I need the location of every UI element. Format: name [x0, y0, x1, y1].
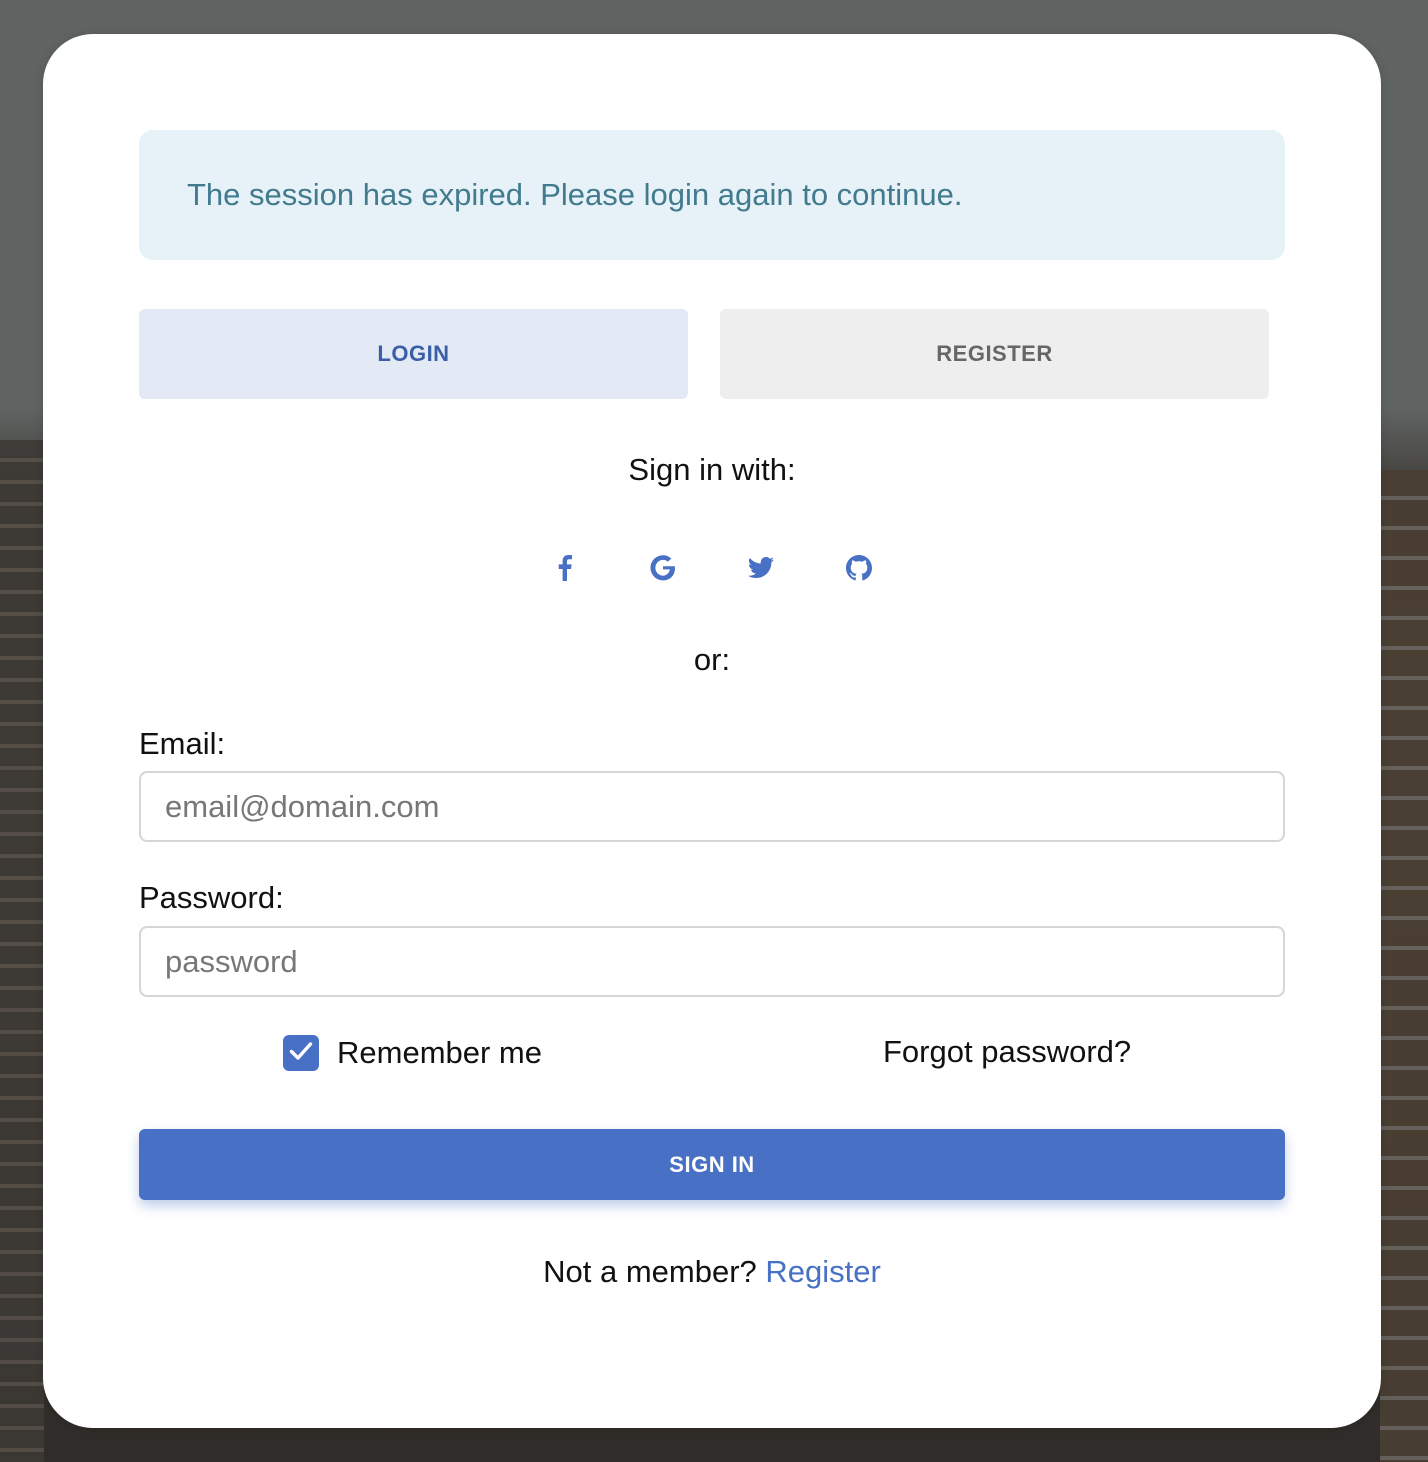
remember-me-toggle[interactable]: Remember me	[283, 1034, 542, 1072]
google-button[interactable]	[643, 548, 683, 588]
social-buttons	[43, 548, 1381, 588]
checkmark-icon	[289, 1041, 313, 1066]
login-card: The session has expired. Please login ag…	[43, 34, 1381, 1428]
register-link[interactable]: Register	[765, 1254, 880, 1289]
github-button[interactable]	[839, 548, 879, 588]
password-field[interactable]	[139, 926, 1285, 997]
github-icon	[846, 555, 872, 581]
tab-register[interactable]: REGISTER	[720, 309, 1269, 399]
tab-login[interactable]: LOGIN	[139, 309, 688, 399]
email-label: Email:	[139, 726, 226, 761]
facebook-icon	[558, 555, 572, 581]
register-prompt-text: Not a member?	[543, 1254, 757, 1289]
remember-me-label: Remember me	[337, 1035, 542, 1070]
password-label: Password:	[139, 880, 284, 915]
social-heading: Sign in with:	[628, 452, 796, 487]
google-icon	[650, 555, 676, 581]
session-expired-alert: The session has expired. Please login ag…	[139, 130, 1285, 260]
sign-in-button[interactable]: SIGN IN	[139, 1129, 1285, 1200]
facebook-button[interactable]	[545, 548, 585, 588]
twitter-button[interactable]	[741, 548, 781, 588]
forgot-password-link[interactable]: Forgot password?	[883, 1034, 1131, 1070]
background-right-edge	[1380, 470, 1428, 1462]
or-divider: or:	[693, 642, 731, 677]
alert-message: The session has expired. Please login ag…	[187, 177, 963, 212]
remember-me-checkbox[interactable]	[283, 1035, 319, 1071]
twitter-icon	[748, 557, 774, 579]
auth-tabs: LOGIN REGISTER	[139, 309, 1269, 399]
register-prompt: Not a member? Register	[43, 1254, 1381, 1290]
background-left-edge	[0, 440, 44, 1462]
email-field[interactable]	[139, 771, 1285, 842]
